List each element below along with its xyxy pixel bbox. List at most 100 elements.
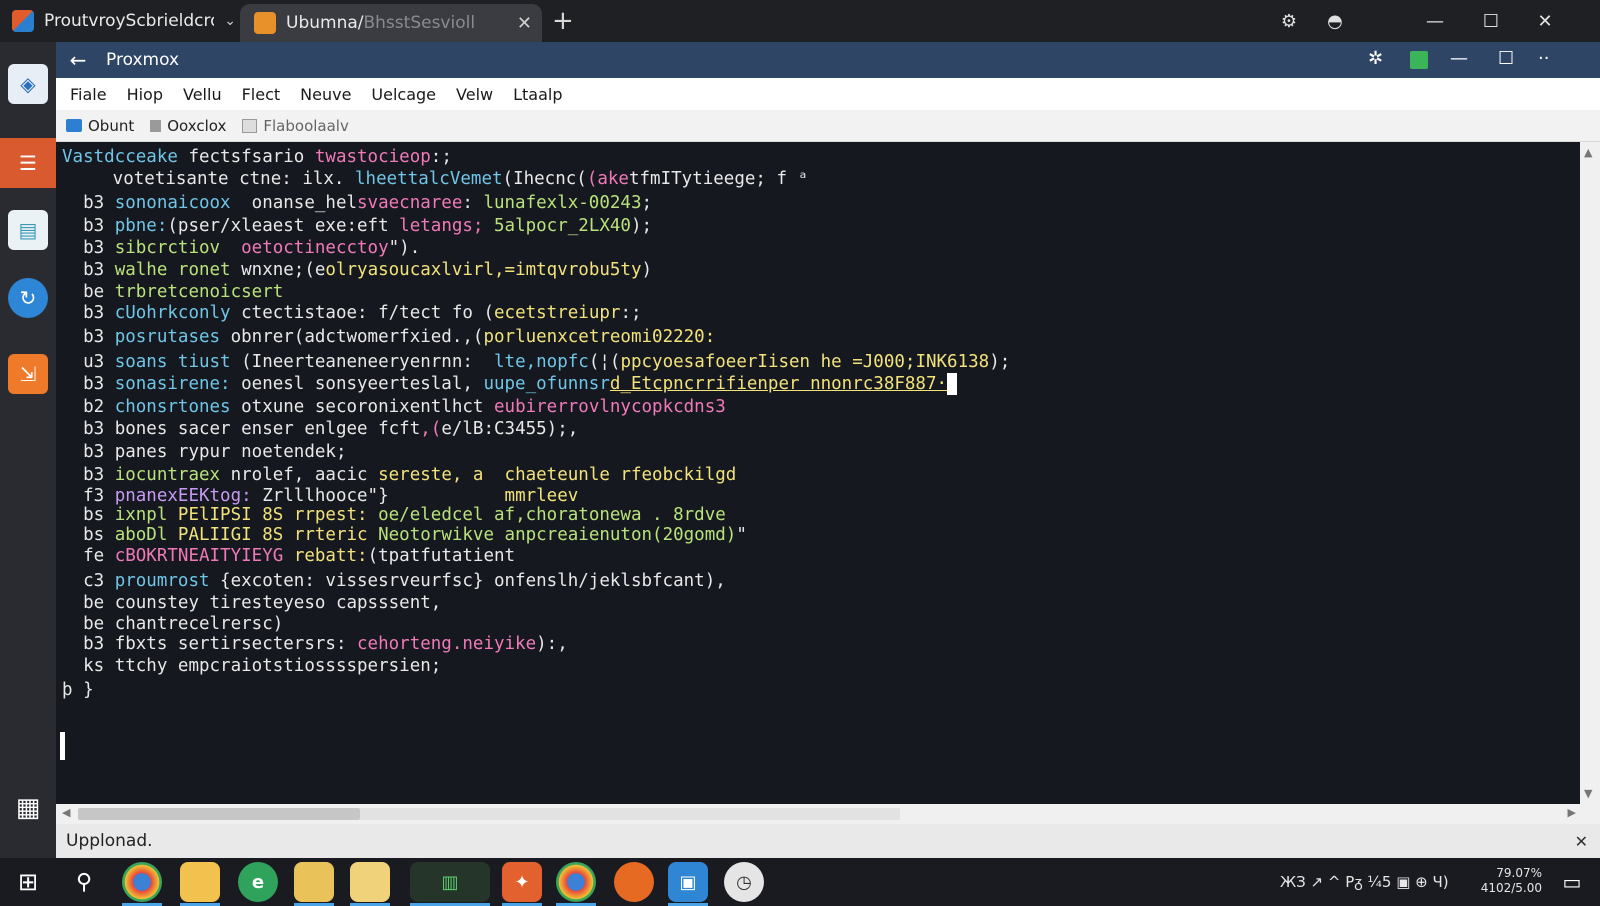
terminal-token: counstey tiresteyeso capsssent, <box>114 593 442 613</box>
terminal-token: b3 <box>62 193 115 213</box>
terminal-output[interactable]: Vastdcceake fectsfsario twastocieop:; vo… <box>56 142 1580 804</box>
terminal-token: f3 <box>62 486 115 506</box>
terminal-token: ); <box>989 352 1011 372</box>
terminal-taskbar-icon[interactable]: ▥ <box>410 862 490 906</box>
terminal-token: cUohrkconly <box>114 303 242 323</box>
scroll-right-icon[interactable]: ▶ <box>1568 806 1576 819</box>
toolbar-item-image[interactable]: Flaboolaalv <box>242 117 349 135</box>
close-tab-icon[interactable]: ✕ <box>517 13 532 34</box>
browser-tab-strip: ProutvroySc​brieldcrop ⌄ Ubumna/BhsstSes… <box>0 0 1600 42</box>
terminal-token: b3 <box>62 327 115 347</box>
terminal-token: panes rypur noetendek; <box>114 442 347 462</box>
chevron-down-icon[interactable]: ⌄ <box>224 13 236 29</box>
status-text: Upplonad. <box>66 831 153 851</box>
terminal-token: oe/eledcel af,choratonewa . 8rdve <box>378 505 726 525</box>
terminal-line: b2 chonsrtones otxune secoronixentlhct e… <box>62 396 726 418</box>
terminal-token: 5alpocr_2LX40 <box>494 216 631 236</box>
app-taskbar-icon[interactable]: ✦ <box>502 862 542 906</box>
tab-active[interactable]: Ubumna/BhsstSesvioll ✕ <box>240 4 542 42</box>
terminal-token: letangs; <box>399 216 494 236</box>
terminal-token: ppcyoesafoeerIisen he =J000;INK6138 <box>620 352 990 372</box>
scroll-thumb[interactable] <box>78 808 360 820</box>
horizontal-scrollbar[interactable]: ◀ ▶ <box>56 804 1600 824</box>
clock[interactable]: 79.07% 4102/5.00 <box>1481 866 1542 896</box>
terminal-line: b3 walhe ronet wnxne;(eolryasoucaxlvirl,… <box>62 259 652 281</box>
folder-taskbar-icon-2[interactable] <box>350 862 390 906</box>
close-window-icon[interactable]: ✕ <box>1522 0 1568 42</box>
clock-time: 79.07% <box>1496 866 1542 880</box>
search-icon[interactable]: ⚲ <box>64 862 104 902</box>
settings-icon[interactable]: ✲ <box>1368 48 1383 69</box>
menu-item[interactable]: Hiop <box>127 85 163 104</box>
menu-item[interactable]: Ltaalp <box>513 85 562 104</box>
menu-item[interactable]: Fiale <box>70 85 107 104</box>
terminal-token: oetoctinecctoy <box>241 238 389 258</box>
new-tab-icon[interactable]: + <box>552 6 574 36</box>
terminal-token: ); <box>630 216 653 236</box>
clock-date: 4102/5.00 <box>1480 881 1542 895</box>
terminal-line: b3 pbne:(pser/xleaest exe:eft letangs; 5… <box>62 215 652 237</box>
minimize-app-icon[interactable]: — <box>1450 48 1468 69</box>
sync-launcher-icon[interactable]: ↻ <box>8 278 48 318</box>
toolbar-item-box[interactable]: Ooxclox <box>150 117 226 135</box>
store-icon[interactable]: ▣ <box>668 862 708 906</box>
terminal-token: þ } <box>62 680 94 700</box>
wifi-icon[interactable]: ◓ <box>1312 0 1358 42</box>
terminal-token: be <box>62 282 115 302</box>
terminal-token: :; <box>430 147 452 167</box>
toolbar-label: Obunt <box>88 116 135 135</box>
archive-launcher-icon[interactable]: ⇲ <box>8 354 48 394</box>
folder-taskbar-icon[interactable] <box>294 862 334 906</box>
back-arrow-icon[interactable]: ← <box>56 48 100 72</box>
menu-item[interactable]: Velw <box>456 85 493 104</box>
scroll-down-icon[interactable]: ▼ <box>1584 787 1592 800</box>
terminal-token: trbretcenoicsert <box>114 282 284 302</box>
folder-icon <box>66 119 82 132</box>
terminal-token: nrolef, aacic <box>230 465 379 485</box>
compass-icon[interactable]: ◷ <box>724 862 764 902</box>
terminal-token: be <box>62 614 115 634</box>
minimize-icon[interactable]: — <box>1412 0 1458 42</box>
terminal-token: b3 <box>62 374 115 394</box>
maximize-app-icon[interactable]: ☐ <box>1498 48 1514 69</box>
menu-item[interactable]: Flect <box>242 85 281 104</box>
terminal-token: (¦( <box>588 352 621 372</box>
system-tray[interactable]: ЖЗ ↗ ^ Pᵹ ¼5 ▣ ⊕ Ч) <box>1280 858 1449 906</box>
terminal-line: Vastdcceake fectsfsario twastocieop:; <box>62 146 452 168</box>
sheet-icon[interactable] <box>1410 51 1428 69</box>
app-header: ← Proxmox ✲ — ☐ ·· <box>56 42 1600 78</box>
toolbar-item-folder[interactable]: Obunt <box>66 117 134 135</box>
terminal-line: b3 posrutases obnrer(adctwomerfxied.,(po… <box>62 326 715 348</box>
files-launcher-icon[interactable]: ◈ <box>8 64 48 104</box>
grid-apps-icon[interactable]: ▦ <box>8 788 48 828</box>
edge-icon[interactable]: e <box>238 862 278 902</box>
console-launcher-icon[interactable]: ☰ <box>0 138 56 188</box>
terminal-token: Neotorwikve anpcreaienuton(20gomd) <box>378 525 737 545</box>
terminal-line: þ } <box>62 679 94 701</box>
maximize-icon[interactable]: ☐ <box>1468 0 1514 42</box>
scroll-left-icon[interactable]: ◀ <box>62 806 70 819</box>
more-options-icon[interactable]: ·· <box>1538 48 1549 69</box>
firefox-icon[interactable] <box>614 862 654 902</box>
terminal-token: ttchy empcraiotstiosssspersien; <box>114 656 442 676</box>
close-status-icon[interactable]: ✕ <box>1575 832 1588 851</box>
scroll-up-icon[interactable]: ▲ <box>1584 146 1592 159</box>
extensions-gear-icon[interactable]: ⚙ <box>1266 0 1312 42</box>
menu-item[interactable]: Uelcage <box>371 85 436 104</box>
windows-start-icon[interactable]: ⊞ <box>8 862 48 902</box>
tab-first[interactable]: ProutvroySc​brieldcrop ⌄ <box>0 0 236 42</box>
terminal-token: bs <box>62 505 115 525</box>
file-explorer-icon[interactable] <box>180 862 220 906</box>
menu-item[interactable]: Vellu <box>183 85 222 104</box>
document-launcher-icon[interactable]: ▤ <box>8 210 48 250</box>
terminal-token: pbne: <box>114 216 168 236</box>
terminal-token: " <box>736 525 747 545</box>
menu-item[interactable]: Neuve <box>300 85 351 104</box>
terminal-token: PALIIGI 8S <box>177 525 294 545</box>
chrome-icon[interactable] <box>122 862 162 906</box>
chrome-icon-2[interactable] <box>556 862 596 906</box>
vertical-scrollbar[interactable]: ▲ ▼ <box>1580 142 1600 804</box>
terminal-token: ixnpl <box>114 505 178 525</box>
notifications-icon[interactable]: ▭ <box>1552 862 1592 902</box>
terminal-token: (ake <box>586 169 629 189</box>
